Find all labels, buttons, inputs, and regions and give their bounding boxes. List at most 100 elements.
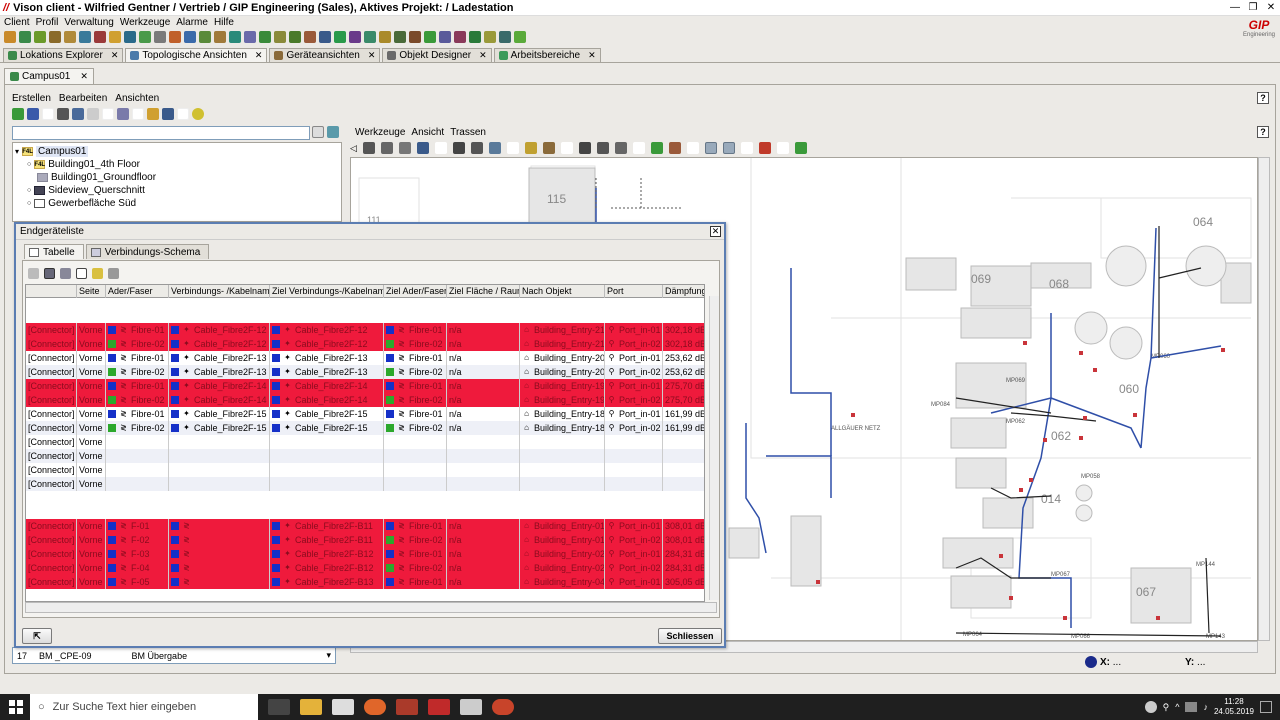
help-icon[interactable]: ?	[1257, 92, 1269, 104]
map-tool-icon[interactable]	[758, 142, 771, 154]
map-tool-icon[interactable]	[704, 142, 717, 154]
map-tool-icon[interactable]	[380, 142, 393, 154]
tree-item-gewerbeflaeche[interactable]: ○ Gewerbefläche Süd	[27, 197, 136, 210]
windows-start-icon[interactable]	[9, 700, 23, 714]
save-icon[interactable]	[27, 108, 39, 120]
toolbar-tool-icon[interactable]	[514, 31, 526, 43]
menu-alarme[interactable]: Alarme	[176, 17, 208, 28]
refresh-icon[interactable]	[12, 108, 24, 120]
toolbar-tool-icon[interactable]	[214, 31, 226, 43]
close-tab-icon[interactable]: ✕	[368, 50, 376, 61]
toolbar-tool-icon[interactable]	[94, 31, 106, 43]
column-header[interactable]: Ziel Fläche / Raum	[447, 285, 520, 298]
image-icon[interactable]	[72, 108, 84, 120]
toolbar-tool-icon[interactable]	[289, 31, 301, 43]
expand-icon[interactable]: ○	[27, 161, 31, 168]
chevron-up-icon[interactable]: ^	[1175, 702, 1179, 712]
toolbar-tool-icon[interactable]	[424, 31, 436, 43]
toolbar-tool-icon[interactable]	[184, 31, 196, 43]
people-icon[interactable]: ⚲	[1163, 702, 1170, 713]
table-row[interactable]: [Connector] Vorne	[26, 449, 704, 463]
collapse-icon[interactable]: ▾	[15, 147, 19, 156]
table-row[interactable]: [Connector] Vorne ≷ F-02 ≷ ✦ Cable_Fibre2F-B11…	[26, 533, 704, 547]
tab-lokations-explorer[interactable]: Lokations Explorer ✕	[3, 48, 124, 62]
table-row[interactable]: [Connector] Vorne ≷ Fibre-01 ✦ Cable_Fibre2F-…	[26, 407, 704, 421]
toolbar-tool-icon[interactable]	[304, 31, 316, 43]
map-tool-icon[interactable]	[362, 142, 375, 154]
detach-button[interactable]: ⇱	[22, 628, 52, 644]
maximize-icon[interactable]: ❐	[1244, 0, 1262, 15]
column-header[interactable]: Verbindungs- /Kabelname	[169, 285, 270, 298]
table-row[interactable]: [Connector] Vorne ≷ F-04 ≷ ✦ Cable_Fibre2F-B12…	[26, 561, 704, 575]
toolbar-tool-icon[interactable]	[244, 31, 256, 43]
toolbar-tool-icon[interactable]	[349, 31, 361, 43]
explorer-icon[interactable]	[300, 699, 322, 715]
settings-icon[interactable]	[117, 108, 129, 120]
toolbar-tool-icon[interactable]	[124, 31, 136, 43]
tree-search-input[interactable]	[12, 126, 310, 140]
column-header[interactable]: Ader/Faser	[106, 285, 169, 298]
toolbar-tool-icon[interactable]	[499, 31, 511, 43]
toolbar-tool-icon[interactable]	[79, 31, 91, 43]
network-icon[interactable]	[162, 108, 174, 120]
column-header[interactable]	[26, 285, 77, 298]
document-icon[interactable]	[87, 108, 99, 120]
table-row[interactable]: [Connector] Vorne ≷ Fibre-02 ✦ Cable_Fibre2F-…	[26, 365, 704, 379]
table-row[interactable]: [Connector] Vorne ≷ Fibre-02 ✦ Cable_Fibre2F-…	[26, 421, 704, 435]
print-icon[interactable]	[57, 108, 69, 120]
frame-icon[interactable]	[76, 267, 87, 279]
close-tab-icon[interactable]: ✕	[588, 50, 596, 61]
tab-campus01[interactable]: Campus01 ✕	[4, 68, 94, 84]
tree-item-campus01[interactable]: ▾ F4L Campus01	[15, 145, 89, 158]
toolbar-tool-icon[interactable]	[259, 31, 271, 43]
tab-objekt-designer[interactable]: Objekt Designer ✕	[382, 48, 492, 62]
toolbar-tool-icon[interactable]	[19, 31, 31, 43]
task-view-icon[interactable]	[268, 699, 290, 715]
map-tool-icon[interactable]	[650, 142, 663, 154]
notifications-icon[interactable]	[1260, 701, 1272, 713]
help-icon[interactable]: ?	[1257, 126, 1269, 138]
powerpoint-icon[interactable]	[492, 699, 514, 715]
map-tool-icon[interactable]	[416, 142, 429, 154]
table-horizontal-scrollbar[interactable]	[25, 602, 717, 613]
map-tool-icon[interactable]	[596, 142, 609, 154]
table-row[interactable]: [Connector] Vorne	[26, 477, 704, 491]
scroll-left-icon[interactable]: ◁	[350, 143, 357, 154]
toolbar-tool-icon[interactable]	[484, 31, 496, 43]
toolbar-tool-icon[interactable]	[4, 31, 16, 43]
globe-icon[interactable]	[1085, 656, 1097, 668]
map-vertical-scrollbar[interactable]	[1258, 157, 1270, 641]
menu-verwaltung[interactable]: Verwaltung	[64, 17, 113, 28]
properties-row[interactable]: 17 BM _CPE-09 BM Übergabe ▾	[12, 647, 336, 664]
vison-client-icon[interactable]	[428, 699, 450, 715]
toolbar-tool-icon[interactable]	[364, 31, 376, 43]
toolbar-tool-icon[interactable]	[439, 31, 451, 43]
toolbar-tool-icon[interactable]	[154, 31, 166, 43]
taskbar-search-input[interactable]: ○ Zur Suche Text hier eingeben	[30, 694, 258, 720]
toolbar-tool-icon[interactable]	[34, 31, 46, 43]
sync-icon[interactable]	[327, 126, 339, 138]
table-row[interactable]: [Connector] Vorne ≷ Fibre-01 ✦ Cable_Fibre2F-…	[26, 351, 704, 365]
column-header[interactable]: Seite	[77, 285, 106, 298]
route-icon[interactable]	[60, 267, 71, 279]
map-tool-icon[interactable]	[722, 142, 735, 154]
menu-erstellen[interactable]: Erstellen	[12, 93, 51, 104]
menu-ansicht-map[interactable]: Ansicht	[411, 127, 444, 138]
tab-topologische-ansichten[interactable]: Topologische Ansichten ✕	[125, 48, 268, 62]
dialog-close-icon[interactable]: ✕	[710, 226, 721, 237]
app-icon[interactable]	[396, 699, 418, 715]
toolbar-tool-icon[interactable]	[394, 31, 406, 43]
toolbar-tool-icon[interactable]	[409, 31, 421, 43]
table-row[interactable]: [Connector] Vorne ≷ F-05 ≷ ✦ Cable_Fibre2F-B13…	[26, 575, 704, 589]
schliessen-button[interactable]: Schliessen	[658, 628, 722, 644]
table-view-icon[interactable]	[44, 267, 55, 279]
menu-profil[interactable]: Profil	[36, 17, 59, 28]
expand-icon[interactable]: ○	[27, 187, 31, 194]
tab-arbeitsbereiche[interactable]: Arbeitsbereiche ✕	[493, 48, 601, 62]
table-row[interactable]: [Connector] Vorne	[26, 463, 704, 477]
map-tool-icon[interactable]	[668, 142, 681, 154]
volume-icon[interactable]: ♪	[1203, 702, 1208, 712]
print-icon[interactable]	[28, 267, 39, 279]
toolbar-tool-icon[interactable]	[139, 31, 151, 43]
menu-werkzeuge-map[interactable]: Werkzeuge	[355, 127, 405, 138]
